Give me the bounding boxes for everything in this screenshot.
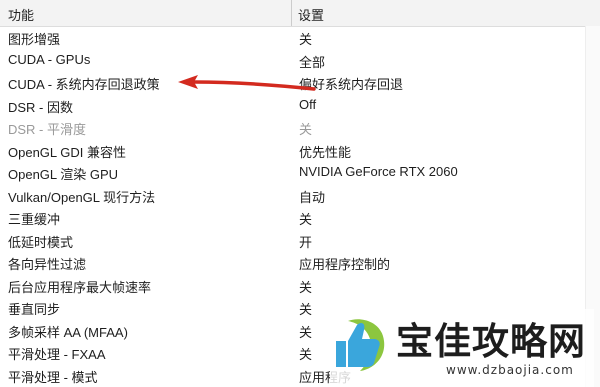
- red-arrow-annotation: [178, 75, 316, 91]
- feature-name: 三重缓冲: [8, 212, 61, 227]
- feature-name: 低延时模式: [8, 234, 74, 250]
- table-row[interactable]: 各向异性过滤 应用程序控制的: [0, 251, 600, 274]
- setting-column-header[interactable]: 设置: [298, 5, 324, 24]
- table-header: 功能 设置: [0, 0, 600, 27]
- setting-value[interactable]: 关: [299, 299, 312, 318]
- feature-name: 垂直同步: [8, 302, 61, 317]
- table-row[interactable]: 图形增强 关: [0, 26, 600, 49]
- watermark-site: www.dzbaojia.com: [446, 363, 574, 377]
- table-row[interactable]: OpenGL GDI 兼容性 优先性能: [0, 139, 600, 162]
- feature-name: 多帧采样 AA (MFAA): [8, 324, 128, 340]
- setting-value[interactable]: 自动: [299, 187, 325, 206]
- feature-name: 平滑处理 - 模式: [8, 369, 98, 385]
- feature-name: OpenGL GDI 兼容性: [8, 144, 126, 160]
- feature-column-header[interactable]: 功能: [8, 5, 34, 24]
- feature-name: CUDA - 系统内存回退政策: [8, 77, 160, 92]
- feature-name: Vulkan/OpenGL 现行方法: [8, 189, 156, 205]
- feature-name: 图形增强: [8, 32, 61, 47]
- setting-value: 关: [299, 122, 313, 137]
- setting-value[interactable]: 优先性能: [299, 142, 351, 161]
- setting-value[interactable]: 关: [299, 322, 312, 341]
- watermark-brand: 宝佳攻略网: [396, 320, 586, 363]
- feature-name: CUDA - GPUs: [8, 51, 91, 67]
- table-row[interactable]: 后台应用程序最大帧速率 关: [0, 274, 600, 297]
- setting-value[interactable]: 关: [299, 209, 312, 228]
- column-divider[interactable]: [291, 0, 292, 26]
- feature-name: 后台应用程序最大帧速率: [8, 279, 152, 295]
- feature-name: DSR - 平滑度: [8, 122, 87, 137]
- feature-name: 各向异性过滤: [8, 257, 87, 272]
- setting-value[interactable]: 关: [299, 29, 312, 48]
- setting-value[interactable]: NVIDIA GeForce RTX 2060: [299, 164, 458, 179]
- watermark: 宝佳攻略网 www.dzbaojia.com: [330, 309, 594, 387]
- table-row-disabled: DSR - 平滑度 关: [0, 116, 600, 139]
- feature-name: OpenGL 渲染 GPU: [8, 167, 119, 182]
- setting-value[interactable]: 应用程序控制的: [299, 254, 390, 273]
- table-row[interactable]: OpenGL 渲染 GPU NVIDIA GeForce RTX 2060: [0, 161, 600, 184]
- setting-value[interactable]: 开: [299, 232, 312, 251]
- table-row[interactable]: 三重缓冲 关: [0, 206, 600, 229]
- table-row[interactable]: 低延时模式 开: [0, 229, 600, 252]
- thumbs-up-logo-icon: [336, 319, 385, 371]
- setting-value[interactable]: 关: [299, 277, 312, 296]
- setting-value[interactable]: 关: [299, 344, 312, 363]
- feature-name: 平滑处理 - FXAA: [8, 347, 106, 362]
- table-row[interactable]: Vulkan/OpenGL 现行方法 自动: [0, 184, 600, 207]
- feature-name: DSR - 因数: [8, 99, 74, 115]
